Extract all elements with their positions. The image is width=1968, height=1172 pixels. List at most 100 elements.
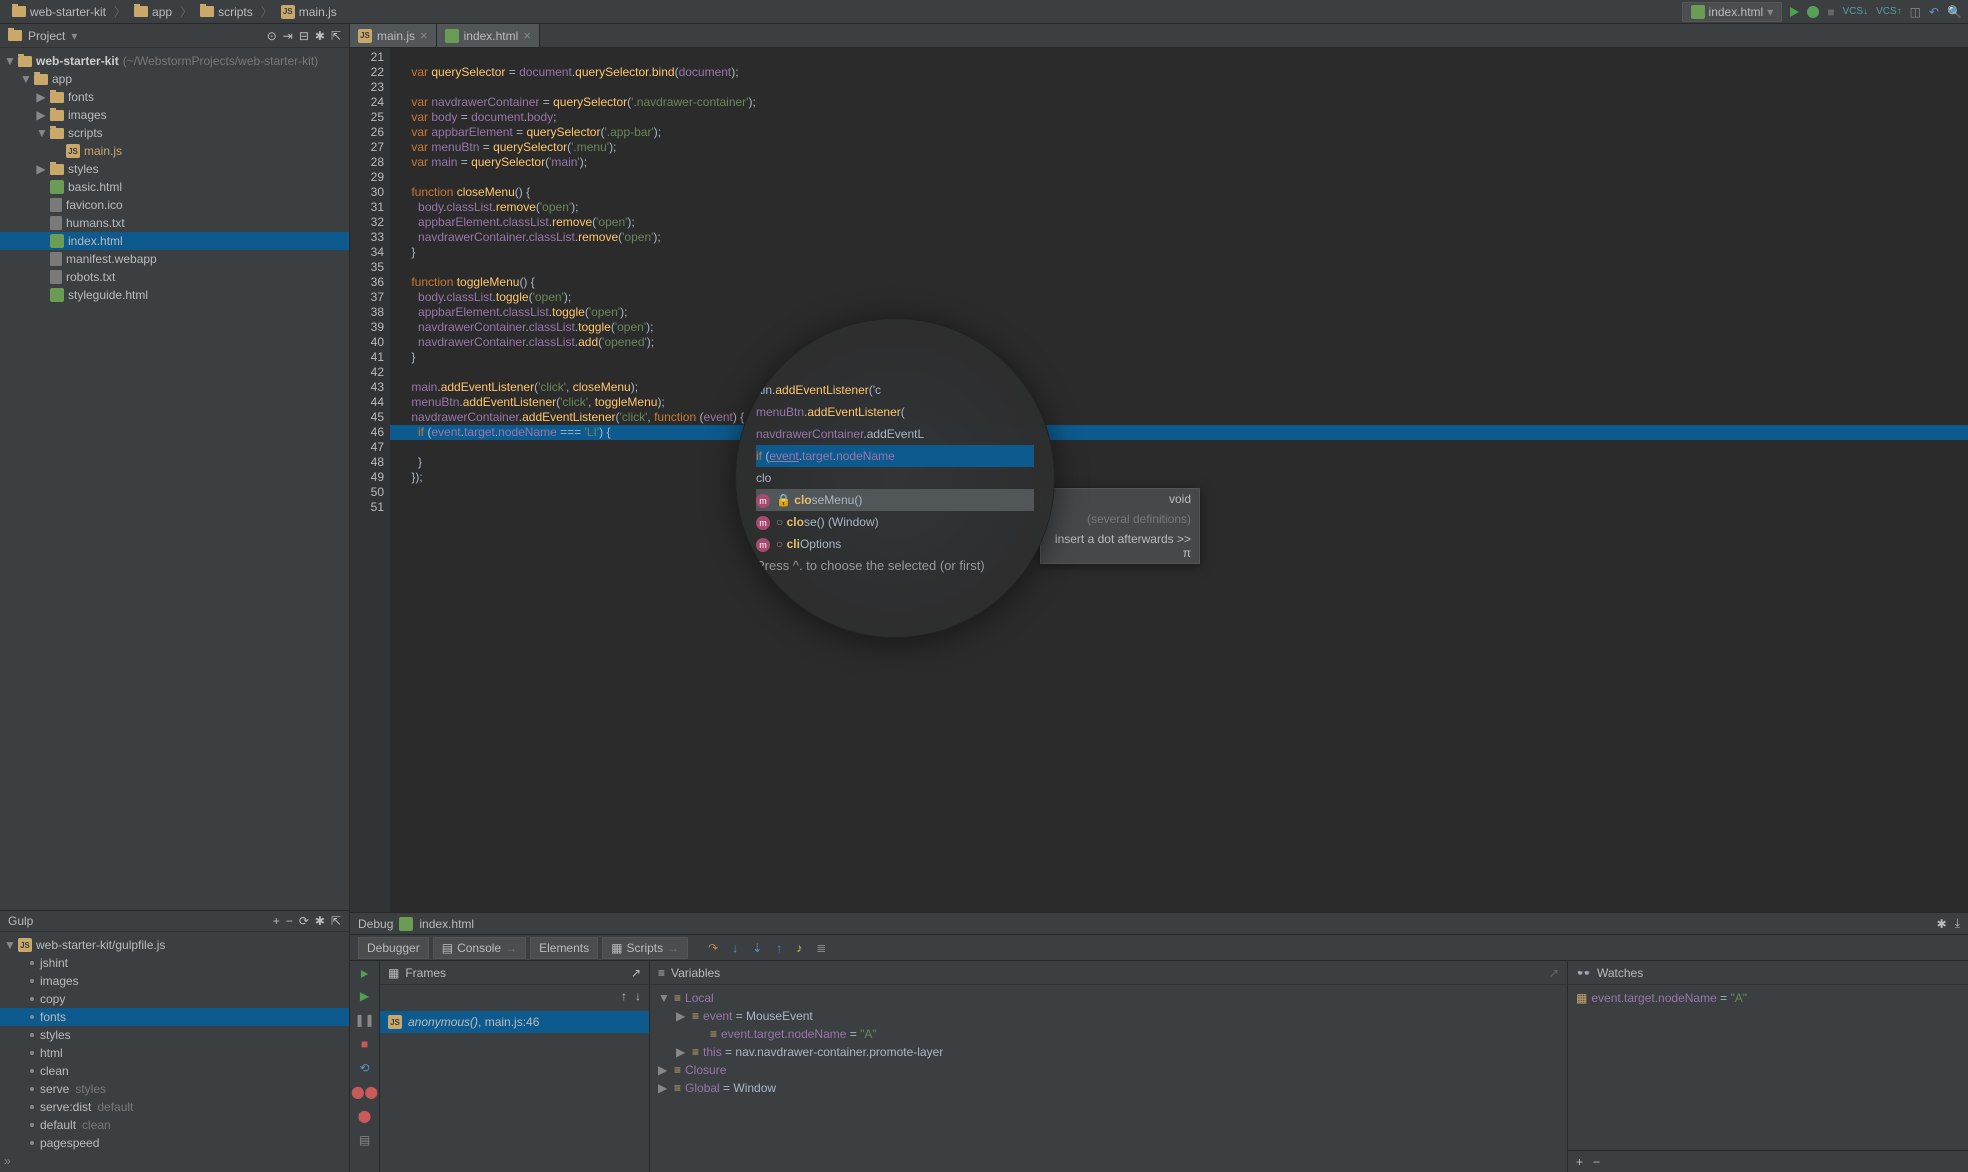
expander-icon[interactable]: ▶ — [676, 1045, 688, 1059]
expander-icon[interactable]: ▶ — [36, 162, 46, 176]
step-into-icon[interactable]: ↓ — [732, 941, 738, 955]
scroll-from-source-icon[interactable]: ⇥ — [283, 29, 293, 43]
close-icon[interactable]: × — [420, 28, 428, 43]
expand-icon[interactable]: ⇱ — [331, 914, 341, 928]
watch-item[interactable]: ▦ event.target.nodeName = "A" — [1568, 989, 1968, 1007]
step-out-icon[interactable]: ↑ — [776, 941, 782, 955]
hide-icon[interactable]: ⤓ — [1955, 916, 1960, 931]
breakpoints-icon[interactable]: ⬤⬤ — [351, 1085, 378, 1099]
variable-row[interactable]: ▶≡this = nav.navdrawer-container.promote… — [650, 1043, 1567, 1061]
code-line[interactable] — [390, 260, 1968, 275]
breadcrumb-item[interactable]: scripts — [194, 3, 259, 21]
expander-icon[interactable]: ▼ — [4, 938, 14, 952]
variable-row[interactable]: ≡event.target.nodeName = "A" — [650, 1025, 1567, 1043]
tree-item[interactable]: ▼scripts — [0, 124, 349, 142]
variable-row[interactable]: ▶≡Closure — [650, 1061, 1567, 1079]
settings-icon[interactable]: ◫ — [1910, 5, 1921, 19]
variable-row[interactable]: ▶≡event = MouseEvent — [650, 1007, 1567, 1025]
tree-item[interactable]: humans.txt — [0, 214, 349, 232]
gulp-task[interactable]: styles — [0, 1026, 349, 1044]
editor-tab[interactable]: JSmain.js× — [350, 24, 437, 47]
show-toolwindows-icon[interactable]: » — [4, 1154, 11, 1168]
gulp-task[interactable]: default clean — [0, 1116, 349, 1134]
gulp-task[interactable]: clean — [0, 1062, 349, 1080]
tree-item[interactable]: ▶images — [0, 106, 349, 124]
stack-frame[interactable]: JS anonymous(), main.js:46 — [380, 1011, 649, 1033]
gear-icon[interactable]: ✱ — [315, 914, 325, 928]
undo-icon[interactable]: ↶ — [1929, 5, 1939, 19]
tab-console[interactable]: ▤Console→ — [433, 937, 526, 959]
tree-item[interactable]: ▼app — [0, 70, 349, 88]
tree-item[interactable]: favicon.ico — [0, 196, 349, 214]
code-line[interactable]: menuBtn.addEventListener('click', toggle… — [390, 395, 1968, 410]
code-line[interactable]: var navdrawerContainer = querySelector('… — [390, 95, 1968, 110]
breadcrumb-item[interactable]: web-starter-kit — [6, 3, 112, 21]
tree-item[interactable]: index.html — [0, 232, 349, 250]
editor-tab[interactable]: index.html× — [437, 24, 540, 47]
next-frame-icon[interactable]: ↓ — [635, 989, 641, 1007]
remove-watch-icon[interactable]: − — [1593, 1155, 1600, 1169]
add-watch-icon[interactable]: + — [1576, 1155, 1583, 1169]
gulp-task[interactable]: serve:dist default — [0, 1098, 349, 1116]
code-line[interactable]: navdrawerContainer.classList.add('opened… — [390, 335, 1968, 350]
breadcrumb-item[interactable]: JSmain.js — [275, 3, 343, 21]
tab-scripts[interactable]: ▦Scripts→ — [602, 937, 688, 959]
search-icon[interactable]: 🔍 — [1947, 5, 1962, 19]
code-line[interactable]: navdrawerContainer.classList.toggle('ope… — [390, 320, 1968, 335]
expander-icon[interactable]: ▼ — [36, 126, 46, 140]
step-into-my-icon[interactable]: ⇣ — [752, 941, 762, 955]
step-over-icon[interactable]: ↷ — [708, 941, 718, 955]
mute-breakpoints-icon[interactable]: ⬤ — [358, 1109, 371, 1123]
code-line[interactable]: appbarElement.classList.toggle('open'); — [390, 305, 1968, 320]
run-to-cursor-icon[interactable]: ♪ — [796, 941, 802, 955]
export-icon[interactable]: ↗ — [1549, 966, 1559, 980]
close-icon[interactable]: × — [523, 28, 531, 43]
project-tree[interactable]: ▼ web-starter-kit (~/WebstormProjects/we… — [0, 48, 349, 910]
completion-item[interactable]: void — [1041, 489, 1199, 509]
tree-item[interactable]: manifest.webapp — [0, 250, 349, 268]
add-icon[interactable]: + — [273, 914, 280, 928]
code-line[interactable]: var body = document.body; — [390, 110, 1968, 125]
code-line[interactable]: }); — [390, 470, 1968, 485]
rerun-icon[interactable] — [361, 970, 368, 978]
tree-item[interactable]: JSmain.js — [0, 142, 349, 160]
vcs-update-icon[interactable]: VCS↓ — [1843, 6, 1869, 17]
gulp-task[interactable]: html — [0, 1044, 349, 1062]
expander-icon[interactable]: ▼ — [4, 54, 14, 68]
code-line[interactable]: var querySelector = document.querySelect… — [390, 65, 1968, 80]
gulp-task[interactable]: images — [0, 972, 349, 990]
vcs-commit-icon[interactable]: VCS↑ — [1876, 6, 1902, 17]
gear-icon[interactable]: ✱ — [315, 29, 325, 43]
gulp-task[interactable]: copy — [0, 990, 349, 1008]
expander-icon[interactable]: ▶ — [658, 1063, 670, 1077]
gulp-root[interactable]: ▼ JS web-starter-kit/gulpfile.js — [0, 936, 349, 954]
tree-item[interactable]: ▶fonts — [0, 88, 349, 106]
code-line[interactable]: appbarElement.classList.remove('open'); — [390, 215, 1968, 230]
restore-layout-icon[interactable]: ⟲ — [359, 1061, 369, 1075]
prev-frame-icon[interactable]: ↑ — [621, 989, 627, 1007]
gear-icon[interactable]: ✱ — [1937, 917, 1947, 931]
code-line[interactable]: body.classList.remove('open'); — [390, 200, 1968, 215]
gulp-tree[interactable]: ▼ JS web-starter-kit/gulpfile.js jshinti… — [0, 932, 349, 1172]
variable-row[interactable]: ▶≡Global = Window — [650, 1079, 1567, 1097]
code-line[interactable]: main.addEventListener('click', closeMenu… — [390, 380, 1968, 395]
breadcrumb-item[interactable]: app — [128, 3, 178, 21]
remove-icon[interactable]: − — [286, 914, 293, 928]
resume-icon[interactable]: ▶ — [360, 989, 369, 1003]
code-line[interactable] — [390, 440, 1968, 455]
tree-item[interactable]: robots.txt — [0, 268, 349, 286]
stop-icon[interactable]: ■ — [1827, 5, 1834, 19]
evaluate-icon[interactable]: ≣ — [816, 941, 826, 955]
code-line[interactable]: body.classList.toggle('open'); — [390, 290, 1968, 305]
tab-debugger[interactable]: Debugger — [358, 937, 429, 959]
completion-popup[interactable]: void (several definitions) insert a dot … — [1040, 488, 1200, 564]
layout-icon[interactable]: ▤ — [359, 1133, 370, 1147]
code-line[interactable]: var main = querySelector('main'); — [390, 155, 1968, 170]
export-icon[interactable]: ↗ — [631, 966, 641, 980]
collapse-icon[interactable]: ⊙ — [267, 29, 277, 43]
tree-item[interactable]: basic.html — [0, 178, 349, 196]
stop-icon[interactable]: ■ — [361, 1037, 368, 1051]
expander-icon[interactable]: ▼ — [658, 991, 670, 1005]
expander-icon[interactable]: ▶ — [36, 108, 46, 122]
code-line[interactable] — [390, 365, 1968, 380]
